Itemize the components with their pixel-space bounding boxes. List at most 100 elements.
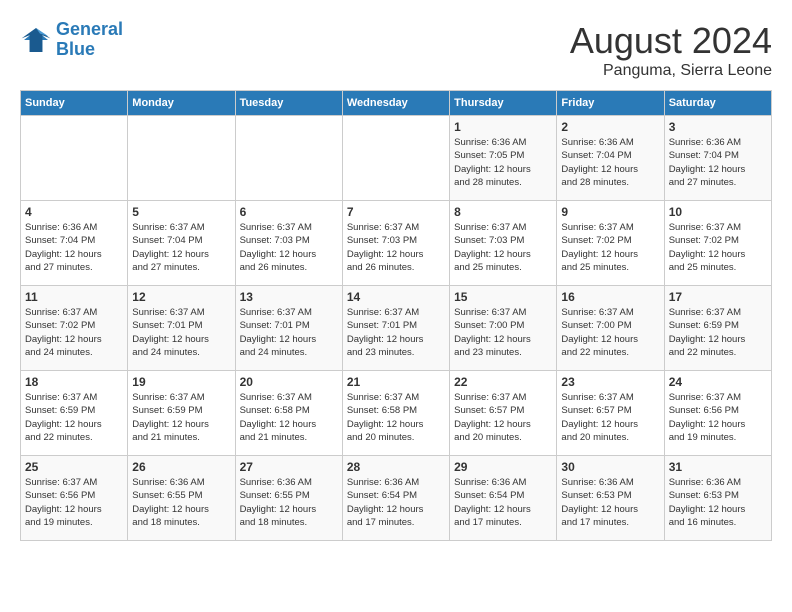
day-info: Sunrise: 6:37 AM Sunset: 7:01 PM Dayligh… xyxy=(240,306,338,359)
weekday-header-monday: Monday xyxy=(128,91,235,116)
day-number: 21 xyxy=(347,375,445,389)
calendar-cell: 11 Sunrise: 6:37 AM Sunset: 7:02 PM Dayli… xyxy=(21,286,128,371)
calendar-cell: 7 Sunrise: 6:37 AM Sunset: 7:03 PM Daylig… xyxy=(342,201,449,286)
calendar-cell: 16 Sunrise: 6:37 AM Sunset: 7:00 PM Dayli… xyxy=(557,286,664,371)
day-info: Sunrise: 6:36 AM Sunset: 6:54 PM Dayligh… xyxy=(347,476,445,529)
day-info: Sunrise: 6:37 AM Sunset: 6:56 PM Dayligh… xyxy=(669,391,767,444)
day-number: 3 xyxy=(669,120,767,134)
weekday-header-tuesday: Tuesday xyxy=(235,91,342,116)
calendar-cell: 2 Sunrise: 6:36 AM Sunset: 7:04 PM Daylig… xyxy=(557,116,664,201)
day-info: Sunrise: 6:37 AM Sunset: 6:57 PM Dayligh… xyxy=(561,391,659,444)
day-info: Sunrise: 6:36 AM Sunset: 6:55 PM Dayligh… xyxy=(132,476,230,529)
day-number: 26 xyxy=(132,460,230,474)
calendar-cell: 20 Sunrise: 6:37 AM Sunset: 6:58 PM Dayli… xyxy=(235,371,342,456)
calendar-cell xyxy=(342,116,449,201)
day-number: 31 xyxy=(669,460,767,474)
day-number: 23 xyxy=(561,375,659,389)
calendar-cell: 23 Sunrise: 6:37 AM Sunset: 6:57 PM Dayli… xyxy=(557,371,664,456)
day-number: 13 xyxy=(240,290,338,304)
calendar-cell: 31 Sunrise: 6:36 AM Sunset: 6:53 PM Dayli… xyxy=(664,456,771,541)
day-number: 9 xyxy=(561,205,659,219)
day-info: Sunrise: 6:37 AM Sunset: 7:03 PM Dayligh… xyxy=(454,221,552,274)
day-info: Sunrise: 6:36 AM Sunset: 7:04 PM Dayligh… xyxy=(669,136,767,189)
day-number: 5 xyxy=(132,205,230,219)
calendar-cell: 28 Sunrise: 6:36 AM Sunset: 6:54 PM Dayli… xyxy=(342,456,449,541)
calendar-cell: 14 Sunrise: 6:37 AM Sunset: 7:01 PM Dayli… xyxy=(342,286,449,371)
day-number: 29 xyxy=(454,460,552,474)
calendar-cell: 25 Sunrise: 6:37 AM Sunset: 6:56 PM Dayli… xyxy=(21,456,128,541)
calendar-cell: 19Sunrise: 6:37 AM Sunset: 6:59 PM Dayli… xyxy=(128,371,235,456)
calendar-cell: 29 Sunrise: 6:36 AM Sunset: 6:54 PM Dayli… xyxy=(450,456,557,541)
month-title: August 2024 xyxy=(570,20,772,62)
calendar-cell: 3 Sunrise: 6:36 AM Sunset: 7:04 PM Daylig… xyxy=(664,116,771,201)
calendar-cell: 18 Sunrise: 6:37 AM Sunset: 6:59 PM Dayli… xyxy=(21,371,128,456)
calendar-cell: 17 Sunrise: 6:37 AM Sunset: 6:59 PM Dayli… xyxy=(664,286,771,371)
calendar-cell: 13 Sunrise: 6:37 AM Sunset: 7:01 PM Dayli… xyxy=(235,286,342,371)
calendar-cell: 6 Sunrise: 6:37 AM Sunset: 7:03 PM Daylig… xyxy=(235,201,342,286)
day-info: Sunrise: 6:36 AM Sunset: 6:53 PM Dayligh… xyxy=(669,476,767,529)
calendar-cell: 22Sunrise: 6:37 AM Sunset: 6:57 PM Dayli… xyxy=(450,371,557,456)
day-info: Sunrise: 6:37 AM Sunset: 6:59 PM Dayligh… xyxy=(25,391,123,444)
day-info: Sunrise: 6:37 AM Sunset: 6:56 PM Dayligh… xyxy=(25,476,123,529)
day-info: Sunrise: 6:37 AM Sunset: 7:00 PM Dayligh… xyxy=(561,306,659,359)
day-info: Sunrise: 6:36 AM Sunset: 7:04 PM Dayligh… xyxy=(25,221,123,274)
day-info: Sunrise: 6:37 AM Sunset: 7:01 PM Dayligh… xyxy=(347,306,445,359)
day-number: 20 xyxy=(240,375,338,389)
day-info: Sunrise: 6:37 AM Sunset: 6:57 PM Dayligh… xyxy=(454,391,552,444)
day-info: Sunrise: 6:36 AM Sunset: 6:54 PM Dayligh… xyxy=(454,476,552,529)
calendar-table: SundayMondayTuesdayWednesdayThursdayFrid… xyxy=(20,90,772,541)
calendar-cell xyxy=(128,116,235,201)
page-header: General Blue August 2024 Panguma, Sierra… xyxy=(20,20,772,80)
calendar-cell xyxy=(21,116,128,201)
day-number: 16 xyxy=(561,290,659,304)
calendar-cell: 4 Sunrise: 6:36 AM Sunset: 7:04 PM Daylig… xyxy=(21,201,128,286)
calendar-cell: 15Sunrise: 6:37 AM Sunset: 7:00 PM Dayli… xyxy=(450,286,557,371)
day-info: Sunrise: 6:37 AM Sunset: 7:02 PM Dayligh… xyxy=(25,306,123,359)
calendar-cell: 26 Sunrise: 6:36 AM Sunset: 6:55 PM Dayli… xyxy=(128,456,235,541)
day-info: Sunrise: 6:37 AM Sunset: 6:58 PM Dayligh… xyxy=(240,391,338,444)
calendar-cell: 9Sunrise: 6:37 AM Sunset: 7:02 PM Daylig… xyxy=(557,201,664,286)
day-number: 10 xyxy=(669,205,767,219)
calendar-cell: 8Sunrise: 6:37 AM Sunset: 7:03 PM Daylig… xyxy=(450,201,557,286)
day-info: Sunrise: 6:36 AM Sunset: 6:53 PM Dayligh… xyxy=(561,476,659,529)
calendar-cell: 10 Sunrise: 6:37 AM Sunset: 7:02 PM Dayli… xyxy=(664,201,771,286)
calendar-cell: 5 Sunrise: 6:37 AM Sunset: 7:04 PM Daylig… xyxy=(128,201,235,286)
day-number: 17 xyxy=(669,290,767,304)
title-block: August 2024 Panguma, Sierra Leone xyxy=(570,20,772,80)
calendar-cell: 12 Sunrise: 6:37 AM Sunset: 7:01 PM Dayli… xyxy=(128,286,235,371)
day-info: Sunrise: 6:36 AM Sunset: 6:55 PM Dayligh… xyxy=(240,476,338,529)
day-number: 18 xyxy=(25,375,123,389)
calendar-cell xyxy=(235,116,342,201)
day-info: Sunrise: 6:37 AM Sunset: 7:04 PM Dayligh… xyxy=(132,221,230,274)
day-number: 27 xyxy=(240,460,338,474)
logo-icon xyxy=(20,24,52,56)
weekday-header-saturday: Saturday xyxy=(664,91,771,116)
day-number: 24 xyxy=(669,375,767,389)
logo: General Blue xyxy=(20,20,123,60)
weekday-header-friday: Friday xyxy=(557,91,664,116)
day-info: Sunrise: 6:37 AM Sunset: 6:58 PM Dayligh… xyxy=(347,391,445,444)
calendar-cell: 1Sunrise: 6:36 AM Sunset: 7:05 PM Daylig… xyxy=(450,116,557,201)
day-info: Sunrise: 6:37 AM Sunset: 7:03 PM Dayligh… xyxy=(347,221,445,274)
day-number: 2 xyxy=(561,120,659,134)
day-info: Sunrise: 6:37 AM Sunset: 7:01 PM Dayligh… xyxy=(132,306,230,359)
day-number: 25 xyxy=(25,460,123,474)
day-number: 11 xyxy=(25,290,123,304)
day-info: Sunrise: 6:36 AM Sunset: 7:05 PM Dayligh… xyxy=(454,136,552,189)
day-number: 28 xyxy=(347,460,445,474)
day-info: Sunrise: 6:37 AM Sunset: 6:59 PM Dayligh… xyxy=(669,306,767,359)
day-number: 7 xyxy=(347,205,445,219)
day-number: 12 xyxy=(132,290,230,304)
calendar-cell: 24 Sunrise: 6:37 AM Sunset: 6:56 PM Dayli… xyxy=(664,371,771,456)
day-number: 14 xyxy=(347,290,445,304)
day-number: 19 xyxy=(132,375,230,389)
logo-text: General Blue xyxy=(56,20,123,60)
day-number: 4 xyxy=(25,205,123,219)
calendar-cell: 27 Sunrise: 6:36 AM Sunset: 6:55 PM Dayli… xyxy=(235,456,342,541)
day-info: Sunrise: 6:36 AM Sunset: 7:04 PM Dayligh… xyxy=(561,136,659,189)
day-number: 6 xyxy=(240,205,338,219)
location-title: Panguma, Sierra Leone xyxy=(570,62,772,80)
day-info: Sunrise: 6:37 AM Sunset: 7:03 PM Dayligh… xyxy=(240,221,338,274)
day-info: Sunrise: 6:37 AM Sunset: 7:02 PM Dayligh… xyxy=(669,221,767,274)
day-number: 30 xyxy=(561,460,659,474)
